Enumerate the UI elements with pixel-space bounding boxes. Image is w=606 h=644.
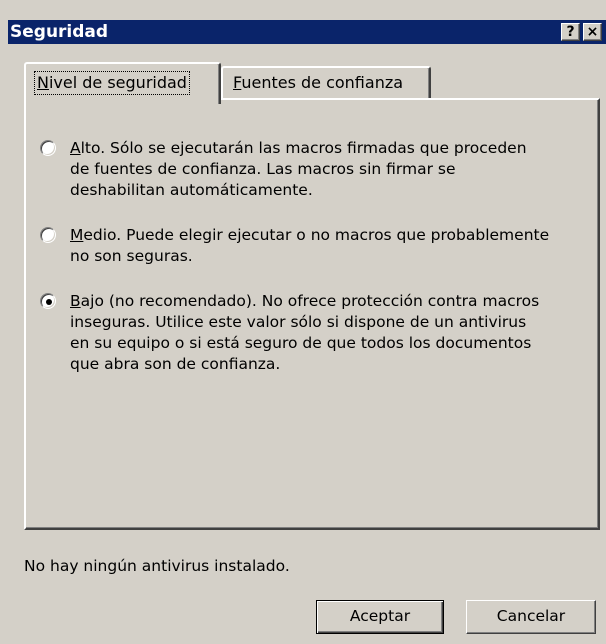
option-bajo-label: Bajo (no recomendado). No ofrece protecc…: [70, 292, 540, 373]
option-alto-label: Alto. Sólo se ejecutarán las macros firm…: [70, 139, 527, 199]
radio-selected-dot: [46, 299, 52, 305]
radio-alto[interactable]: [40, 140, 56, 156]
security-dialog: Seguridad ? × Nivel de seguridad Fuentes…: [0, 0, 606, 644]
tab-fuentes-de-confianza[interactable]: Fuentes de confianza: [221, 66, 431, 98]
radio-bajo[interactable]: [40, 293, 56, 309]
close-button[interactable]: ×: [583, 23, 602, 41]
tab-nivel-de-seguridad[interactable]: Nivel de seguridad: [24, 62, 221, 104]
accept-button[interactable]: Aceptar: [316, 600, 444, 634]
close-icon: ×: [586, 24, 599, 40]
window-title: Seguridad: [10, 22, 109, 42]
antivirus-status: No hay ningún antivirus instalado.: [24, 557, 290, 575]
option-medio-label: Medio. Puede elegir ejecutar o no macros…: [70, 226, 550, 265]
tab-nivel-de-seguridad-label: Nivel de seguridad: [34, 71, 190, 95]
radio-medio[interactable]: [40, 227, 56, 243]
help-button[interactable]: ?: [561, 23, 580, 41]
title-bar[interactable]: Seguridad ? ×: [8, 20, 606, 44]
cancel-button[interactable]: Cancelar: [466, 600, 596, 634]
tab-fuentes-de-confianza-label: Fuentes de confianza: [233, 73, 404, 92]
security-level-panel: Alto. Sólo se ejecutarán las macros firm…: [24, 98, 600, 530]
help-icon: ?: [566, 24, 575, 40]
